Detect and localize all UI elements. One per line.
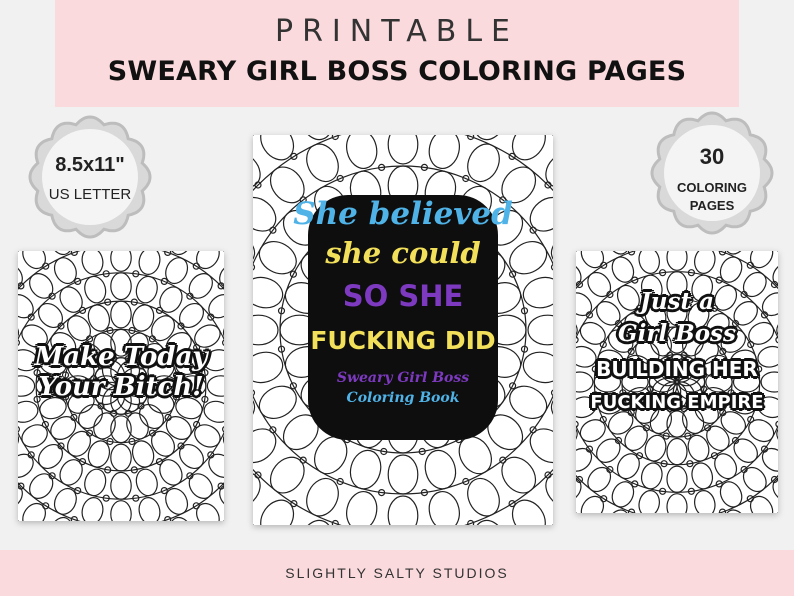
header-title: SWEARY GIRL BOSS COLORING PAGES [107, 56, 687, 87]
preview-page-right: Just a Girl Boss BUILDING HER FUCKING EM… [576, 251, 778, 513]
preview-page-left: Make Today Your Bitch! [18, 251, 224, 521]
quote-right: Just a Girl Boss BUILDING HER FUCKING EM… [582, 288, 772, 414]
size-badge: 8.5x11" US LETTER [25, 112, 155, 242]
quote-right-line4: FUCKING EMPIRE [590, 391, 764, 413]
footer-banner: SLIGHTLY SALTY STUDIOS [0, 550, 794, 596]
cover-sub2: Coloring Book [346, 390, 460, 407]
header-kicker: PRINTABLE [275, 14, 519, 49]
cover-line4: FUCKING DID [310, 326, 496, 356]
count-badge: 30 COLORING PAGES [647, 108, 777, 238]
quote-right-line2: Girl Boss [618, 320, 736, 348]
brand-name: SLIGHTLY SALTY STUDIOS [285, 565, 509, 581]
header-banner: PRINTABLE SWEARY GIRL BOSS COLORING PAGE… [55, 0, 739, 107]
quote-left-line1: Make Today [34, 342, 208, 372]
quote-right-line1: Just a [639, 288, 715, 315]
badge-count-label-2: PAGES [689, 198, 735, 213]
cover-sub1: Sweary Girl Boss [336, 370, 470, 387]
cover-title: She believed she could SO SHE FUCKING DI… [293, 196, 513, 407]
cover-line3: SO SHE [342, 278, 464, 313]
cover-line1: She believed [293, 196, 513, 232]
quote-left-line2: Your Bitch! [38, 371, 204, 402]
scalloped-badge-icon [650, 111, 774, 235]
badge-count-label: COLORING [676, 180, 748, 195]
badge-count-value: 30 [699, 144, 725, 169]
cover-line2: she could [325, 235, 481, 270]
preview-page-center: She believed she could SO SHE FUCKING DI… [253, 135, 553, 525]
badge-size-value: 8.5x11" [55, 154, 125, 176]
quote-right-line3: BUILDING HER [596, 356, 758, 381]
quote-left: Make Today Your Bitch! [28, 342, 214, 403]
scalloped-badge-icon [28, 115, 152, 239]
badge-size-label: US LETTER [48, 186, 132, 203]
